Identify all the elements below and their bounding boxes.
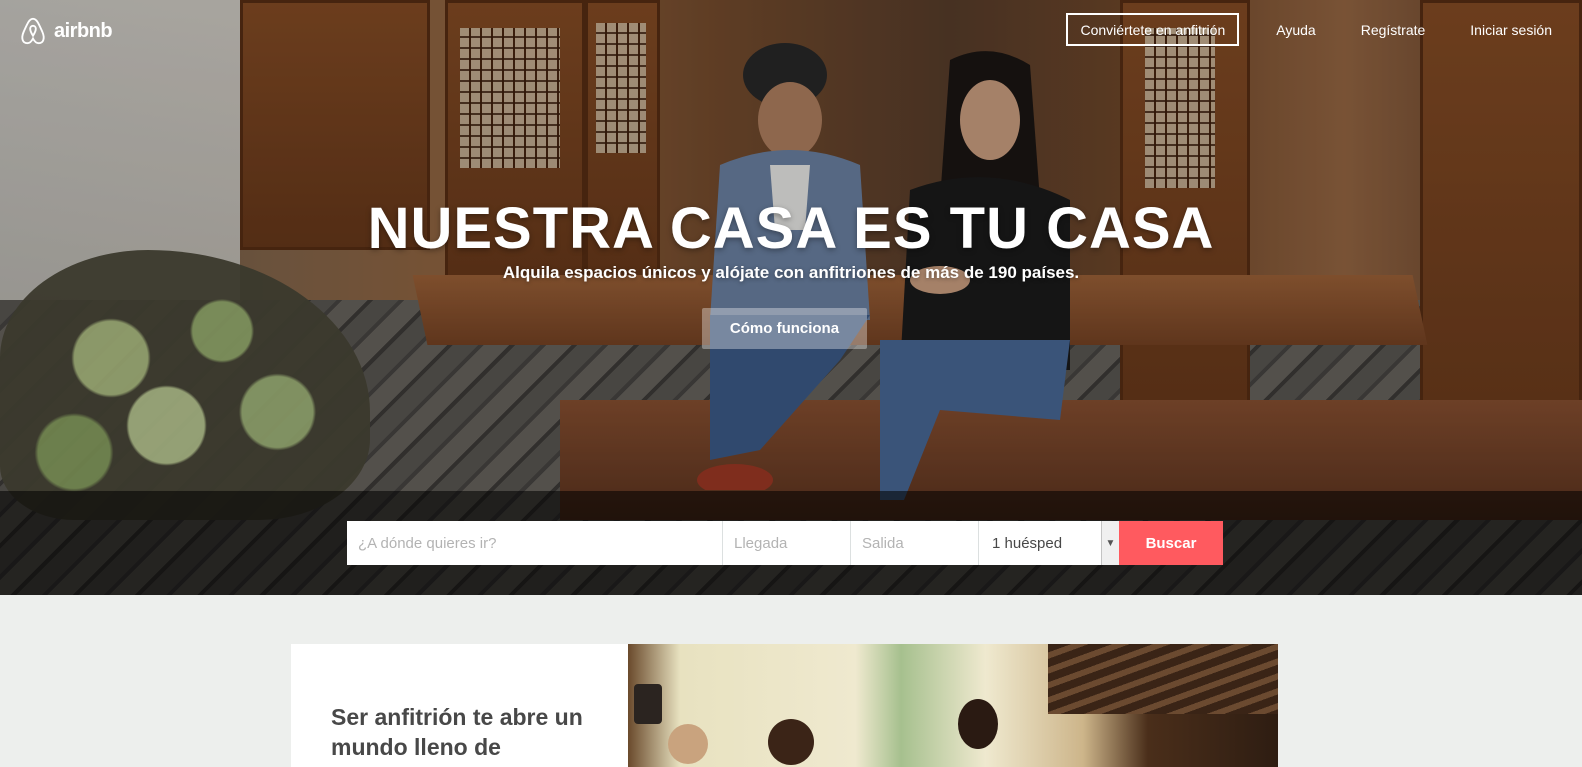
promo-title: Ser anfitrión te abre un mundo lleno de bbox=[331, 704, 583, 760]
host-promo-card: Ser anfitrión te abre un mundo lleno de bbox=[291, 644, 1278, 767]
promo-image bbox=[628, 644, 1278, 767]
hero-title: NUESTRA CASA ES TU CASA bbox=[367, 196, 1215, 261]
hero-subtitle: Alquila espacios únicos y alójate con an… bbox=[502, 263, 1080, 282]
login-link[interactable]: Iniciar sesión bbox=[1470, 22, 1552, 38]
chevron-down-icon[interactable]: ▼ bbox=[1101, 521, 1119, 565]
how-it-works-button[interactable]: Cómo funciona bbox=[702, 308, 867, 349]
search-form: ¿A dónde quieres ir? Llegada Salida 1 hu… bbox=[347, 521, 1223, 565]
airbnb-logo[interactable]: airbnb bbox=[18, 16, 113, 46]
where-input[interactable]: ¿A dónde quieres ir? bbox=[347, 521, 723, 565]
help-link[interactable]: Ayuda bbox=[1276, 22, 1315, 38]
signup-link[interactable]: Regístrate bbox=[1361, 22, 1426, 38]
guests-value: 1 huésped bbox=[992, 534, 1063, 552]
search-button[interactable]: Buscar bbox=[1119, 521, 1223, 565]
checkin-input[interactable]: Llegada bbox=[723, 521, 851, 565]
airbnb-belo-icon bbox=[21, 17, 45, 45]
logo-wordmark: airbnb bbox=[54, 19, 113, 42]
lamp-image bbox=[634, 684, 662, 724]
checkout-input[interactable]: Salida bbox=[851, 521, 979, 565]
top-nav: Conviértete en anfitrión Ayuda Regístrat… bbox=[1066, 13, 1582, 46]
guests-select[interactable]: 1 huésped ▼ bbox=[979, 521, 1119, 565]
become-host-button[interactable]: Conviértete en anfitrión bbox=[1066, 13, 1240, 46]
